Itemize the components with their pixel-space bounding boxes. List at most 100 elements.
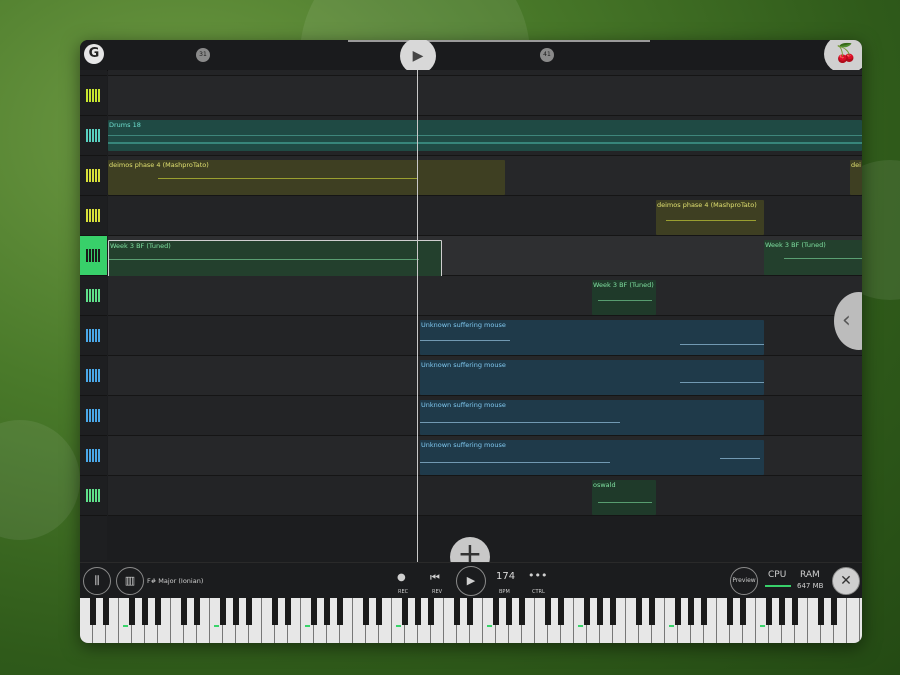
piano-black-key[interactable]: [467, 598, 473, 625]
piano-black-key[interactable]: [181, 598, 187, 625]
track-header-6[interactable]: [80, 276, 107, 316]
piano-black-key[interactable]: [324, 598, 330, 625]
piano-black-key[interactable]: [779, 598, 785, 625]
clip[interactable]: deimos phase 4 (MashproTato): [656, 200, 764, 235]
play-button[interactable]: ▶: [456, 566, 486, 596]
tempo-value[interactable]: 174: [496, 571, 515, 582]
track-lane-4[interactable]: deimos phase 4 (MashproTato): [108, 196, 862, 236]
clip[interactable]: Unknown suffering mouse: [420, 320, 764, 355]
piano-keyboard[interactable]: [80, 598, 862, 643]
keyboard-icon: [86, 249, 101, 262]
playhead-play-button[interactable]: ▶: [400, 40, 436, 74]
piano-black-key[interactable]: [220, 598, 226, 625]
scale-label[interactable]: F# Major (Ionian): [147, 577, 203, 585]
clip-selected[interactable]: Week 3 BF (Tuned): [108, 240, 442, 277]
piano-black-key[interactable]: [831, 598, 837, 625]
piano-black-key[interactable]: [454, 598, 460, 625]
piano-keys-icon[interactable]: ▥: [116, 567, 144, 595]
piano-black-key[interactable]: [792, 598, 798, 625]
track-lane-9[interactable]: Unknown suffering mouse: [108, 396, 862, 436]
preview-button[interactable]: Preview: [730, 567, 758, 595]
bar-marker-41[interactable]: 41: [540, 48, 554, 62]
track-area[interactable]: Drums 18 deimos phase 4 (MashproTato) de…: [80, 70, 862, 560]
clip[interactable]: Drums 18: [108, 120, 862, 151]
piano-black-key[interactable]: [194, 598, 200, 625]
track-header-8[interactable]: [80, 356, 107, 396]
piano-black-key[interactable]: [415, 598, 421, 625]
record-icon[interactable]: ●: [397, 572, 406, 583]
piano-black-key[interactable]: [649, 598, 655, 625]
piano-black-key[interactable]: [740, 598, 746, 625]
timeline-ruler[interactable]: G 31 41 ▶ 🍒: [80, 40, 862, 74]
bar-marker-31[interactable]: 31: [196, 48, 210, 62]
piano-white-key[interactable]: [847, 598, 860, 643]
track-header-7[interactable]: [80, 316, 107, 356]
clip[interactable]: deimos phase 4 (MashproTato): [108, 160, 505, 195]
track-header-selected[interactable]: [80, 236, 107, 276]
clip[interactable]: Unknown suffering mouse: [420, 400, 764, 435]
clip[interactable]: Unknown suffering mouse: [420, 360, 764, 395]
track-lane-selected[interactable]: Week 3 BF (Tuned) Week 3 BF (Tuned): [108, 236, 862, 277]
track-lane-11[interactable]: oswald: [108, 476, 862, 516]
piano-white-key[interactable]: [860, 598, 862, 643]
piano-black-key[interactable]: [272, 598, 278, 625]
rewind-icon[interactable]: ⏮: [430, 571, 440, 585]
track-lane-drums[interactable]: Drums 18: [108, 116, 862, 156]
menu-fruit-icon[interactable]: 🍒: [824, 40, 862, 74]
piano-black-key[interactable]: [233, 598, 239, 625]
piano-black-key[interactable]: [558, 598, 564, 625]
piano-black-key[interactable]: [103, 598, 109, 625]
track-lane-7[interactable]: Unknown suffering mouse: [108, 316, 862, 356]
piano-black-key[interactable]: [636, 598, 642, 625]
track-lane-1[interactable]: [108, 76, 862, 116]
piano-black-key[interactable]: [142, 598, 148, 625]
app-logo-icon[interactable]: G: [84, 44, 104, 64]
piano-black-key[interactable]: [701, 598, 707, 625]
piano-black-key[interactable]: [545, 598, 551, 625]
playhead-line[interactable]: [417, 70, 418, 562]
piano-black-key[interactable]: [675, 598, 681, 625]
piano-black-key[interactable]: [766, 598, 772, 625]
track-header-4[interactable]: [80, 196, 107, 236]
piano-black-key[interactable]: [285, 598, 291, 625]
track-header-3[interactable]: [80, 156, 107, 196]
cpu-meter: [765, 585, 791, 587]
piano-black-key[interactable]: [428, 598, 434, 625]
track-lane-8[interactable]: Unknown suffering mouse: [108, 356, 862, 396]
piano-black-key[interactable]: [727, 598, 733, 625]
clip[interactable]: Week 3 BF (Tuned): [764, 240, 862, 275]
piano-black-key[interactable]: [90, 598, 96, 625]
more-dots-icon[interactable]: •••: [528, 569, 547, 582]
piano-black-key[interactable]: [363, 598, 369, 625]
track-header-drums[interactable]: [80, 116, 107, 156]
close-icon[interactable]: ✕: [832, 567, 860, 595]
track-header-1[interactable]: [80, 76, 107, 116]
piano-black-key[interactable]: [584, 598, 590, 625]
piano-black-key[interactable]: [402, 598, 408, 625]
track-header-10[interactable]: [80, 436, 107, 476]
track-lane-6[interactable]: Week 3 BF (Tuned): [108, 276, 862, 316]
track-header-11[interactable]: [80, 476, 107, 516]
piano-black-key[interactable]: [818, 598, 824, 625]
track-lane-10[interactable]: Unknown suffering mouse: [108, 436, 862, 476]
clip[interactable]: oswald: [592, 480, 656, 515]
piano-black-key[interactable]: [155, 598, 161, 625]
track-lane-3[interactable]: deimos phase 4 (MashproTato) dei: [108, 156, 862, 196]
piano-black-key[interactable]: [311, 598, 317, 625]
piano-black-key[interactable]: [376, 598, 382, 625]
mixer-icon[interactable]: ⫼: [83, 567, 111, 595]
piano-black-key[interactable]: [506, 598, 512, 625]
piano-black-key[interactable]: [129, 598, 135, 625]
piano-black-key[interactable]: [597, 598, 603, 625]
track-header-9[interactable]: [80, 396, 107, 436]
piano-black-key[interactable]: [493, 598, 499, 625]
clip[interactable]: Unknown suffering mouse: [420, 440, 764, 475]
piano-black-key[interactable]: [688, 598, 694, 625]
clip[interactable]: Week 3 BF (Tuned): [592, 280, 656, 315]
clip[interactable]: dei: [850, 160, 862, 195]
piano-black-key[interactable]: [610, 598, 616, 625]
loop-range-bar[interactable]: [348, 40, 650, 42]
piano-black-key[interactable]: [337, 598, 343, 625]
piano-black-key[interactable]: [519, 598, 525, 625]
piano-black-key[interactable]: [246, 598, 252, 625]
